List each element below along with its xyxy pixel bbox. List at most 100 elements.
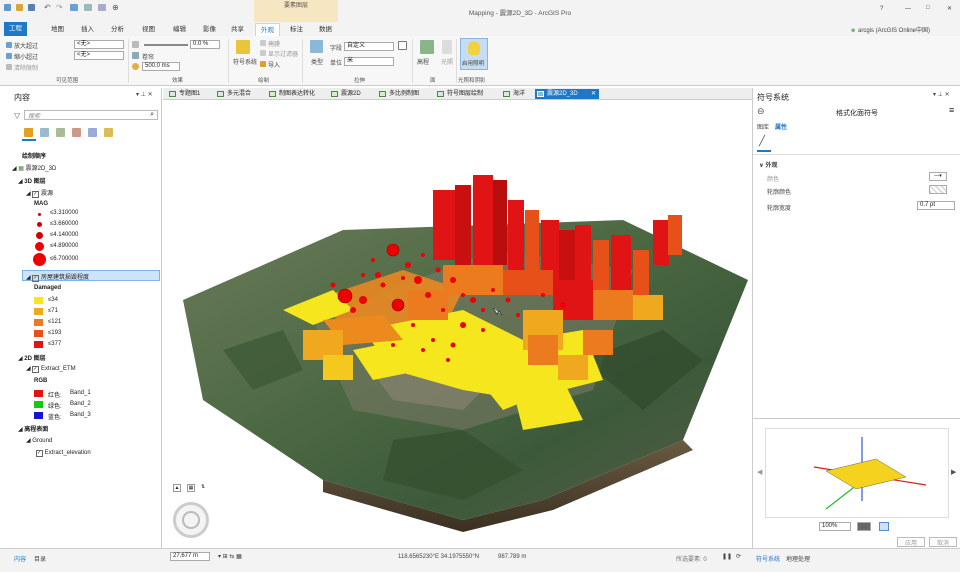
map-node[interactable]: ◢ ▦ 震源2D_3D [12, 163, 56, 172]
tab-share[interactable]: 共享 [226, 23, 249, 36]
preview-background-icon[interactable] [857, 522, 871, 531]
map-tab[interactable]: 多元混合 [215, 89, 251, 99]
refresh-icon[interactable]: ⟳ [736, 553, 741, 560]
preview-3d-icon[interactable] [879, 522, 889, 531]
lighting-label[interactable]: 光照 [441, 57, 453, 66]
layer-quake[interactable]: ◢ ✓ 震源 [26, 188, 53, 198]
navigator-tools[interactable]: ▲ ▦ ⇅ [173, 484, 213, 494]
tab-edit[interactable]: 编辑 [168, 23, 191, 36]
map-tab[interactable]: 海洋 [501, 89, 525, 99]
quick-access-toolbar[interactable]: ↶ ↷ ⊕ [4, 3, 154, 13]
tab-analysis[interactable]: 分析 [106, 23, 129, 36]
preview-left-arrow[interactable]: ◀ [757, 468, 762, 476]
list-by-editing-icon[interactable] [72, 128, 81, 137]
pause-icon[interactable]: ❚❚ [722, 553, 732, 560]
list-by-labeling-icon[interactable] [104, 128, 113, 137]
cancel-button[interactable]: 取消 [929, 537, 957, 547]
expand-icon[interactable]: ◢ [18, 427, 23, 433]
clear-limits-label[interactable]: 清除限制 [14, 63, 38, 72]
heading-icon[interactable]: ⇅ [201, 484, 205, 490]
unit-select[interactable]: 米 [344, 57, 394, 66]
transparency-slider[interactable] [144, 44, 188, 46]
lighting-icon[interactable] [442, 40, 452, 54]
map-tab[interactable]: 符号图层绘制 [435, 89, 483, 99]
visibility-checkbox[interactable]: ✓ [36, 450, 43, 457]
elevation-label[interactable]: 高程 [417, 57, 429, 66]
symbology-icon[interactable] [236, 40, 250, 54]
redo-icon[interactable]: ↷ [56, 3, 63, 12]
map-tab-active[interactable]: 震源2D_3D ✕ [535, 89, 599, 99]
tab-insert[interactable]: 插入 [76, 23, 99, 36]
tab-project[interactable]: 工程 [4, 22, 27, 36]
list-by-source-icon[interactable] [40, 128, 49, 137]
expand-icon[interactable]: ◢ [12, 166, 17, 172]
maximize-button[interactable]: □ [926, 5, 930, 11]
tab-data[interactable]: 数据 [314, 23, 337, 36]
bottom-tab-catalog[interactable]: 目录 [34, 554, 46, 563]
expand-icon[interactable]: ◢ [26, 191, 31, 197]
save-icon[interactable] [28, 4, 35, 11]
catalog-icon[interactable] [98, 4, 106, 11]
close-tab-icon[interactable]: ✕ [591, 89, 596, 99]
splitter[interactable] [753, 418, 960, 419]
tab-view[interactable]: 视图 [137, 23, 160, 36]
import-label[interactable]: 导入 [268, 60, 280, 69]
pane-options-icon[interactable]: ▾ ⊥ ✕ [933, 91, 950, 98]
list-by-drawing-order-icon[interactable] [24, 128, 33, 137]
new-icon[interactable] [4, 4, 11, 11]
zoom-in-limit-label[interactable]: 放大超过 [14, 41, 38, 50]
group-2d-layers[interactable]: ◢ 2D 图层 [18, 353, 46, 362]
expand-icon[interactable]: ◢ [26, 438, 31, 444]
search-icon[interactable]: ⌕ [150, 111, 154, 119]
flicker-duration-field[interactable]: 500.0 ms [142, 62, 180, 71]
tab-gallery[interactable]: 图库 [757, 122, 769, 131]
field-select[interactable]: 自定义 [344, 42, 394, 51]
tab-properties[interactable]: 属性 [775, 122, 787, 131]
expand-icon[interactable]: ◢ [26, 275, 31, 281]
scene-view[interactable]: ▲ ▦ ⇅ [163, 100, 752, 548]
swipe-label[interactable]: 卷帘 [142, 52, 154, 61]
tab-labeling[interactable]: 标注 [285, 23, 308, 36]
minimize-button[interactable]: — [905, 6, 911, 12]
map-icon[interactable] [70, 4, 78, 11]
nav-tools-icon[interactable]: ▾ ⊞ ⇆ ▦ [218, 553, 242, 560]
bottom-tab-contents[interactable]: 内容 [14, 554, 26, 563]
preview-zoom-select[interactable]: 100% [819, 522, 851, 531]
contents-search-input[interactable]: 搜索 ⌕ [24, 110, 158, 120]
list-by-selection-icon[interactable] [56, 128, 65, 137]
elevation-icon[interactable] [420, 40, 434, 54]
map-tab[interactable]: 震源2D [329, 89, 361, 99]
open-icon[interactable] [16, 4, 23, 11]
expand-icon[interactable]: ◢ [18, 356, 23, 362]
zoom-icon[interactable]: ⊕ [112, 3, 119, 12]
extrusion-type-icon[interactable] [310, 40, 323, 53]
menu-icon[interactable]: ≡ [949, 105, 954, 115]
group-3d-layers[interactable]: ◢ 3D 图层 [18, 176, 46, 185]
list-by-snapping-icon[interactable] [88, 128, 97, 137]
pencil-icon[interactable]: ╱ [759, 136, 765, 147]
appearance-section[interactable]: ∨ 外观 [759, 160, 778, 169]
navigator-control[interactable] [173, 502, 209, 538]
symbology-label[interactable]: 符号系统 [233, 57, 257, 66]
layer-elevation[interactable]: ✓ Extract_elevation [36, 450, 91, 457]
layer-etm[interactable]: ◢ ✓ Extract_ETM [26, 365, 76, 373]
extrusion-type-label[interactable]: 类型 [311, 57, 323, 66]
scene-canvas[interactable] [163, 100, 752, 548]
expand-icon[interactable]: ◢ [18, 179, 23, 185]
help-button[interactable]: ? [880, 6, 883, 12]
layout-icon[interactable] [84, 4, 92, 11]
visibility-checkbox[interactable]: ✓ [32, 275, 40, 282]
visibility-checkbox[interactable]: ✓ [32, 366, 40, 373]
zoom-in-select[interactable]: <无> [74, 40, 124, 49]
bottom-tab-geoprocessing[interactable]: 地理处理 [786, 554, 810, 563]
transparency-field[interactable]: 0.0 % [190, 40, 220, 49]
expand-icon[interactable]: ◢ [26, 366, 31, 372]
pane-options-icon[interactable]: ▾ ⊥ ✕ [136, 91, 153, 98]
collapse-icon[interactable]: ∨ [759, 163, 764, 169]
preview-right-arrow[interactable]: ▶ [951, 468, 956, 476]
visibility-checkbox[interactable]: ✓ [32, 191, 40, 198]
zoom-out-select[interactable]: <无> [74, 51, 124, 60]
close-button[interactable]: ✕ [947, 5, 952, 12]
full-extent-icon[interactable]: ▲ [173, 484, 181, 492]
undo-icon[interactable]: ↶ [44, 3, 51, 12]
